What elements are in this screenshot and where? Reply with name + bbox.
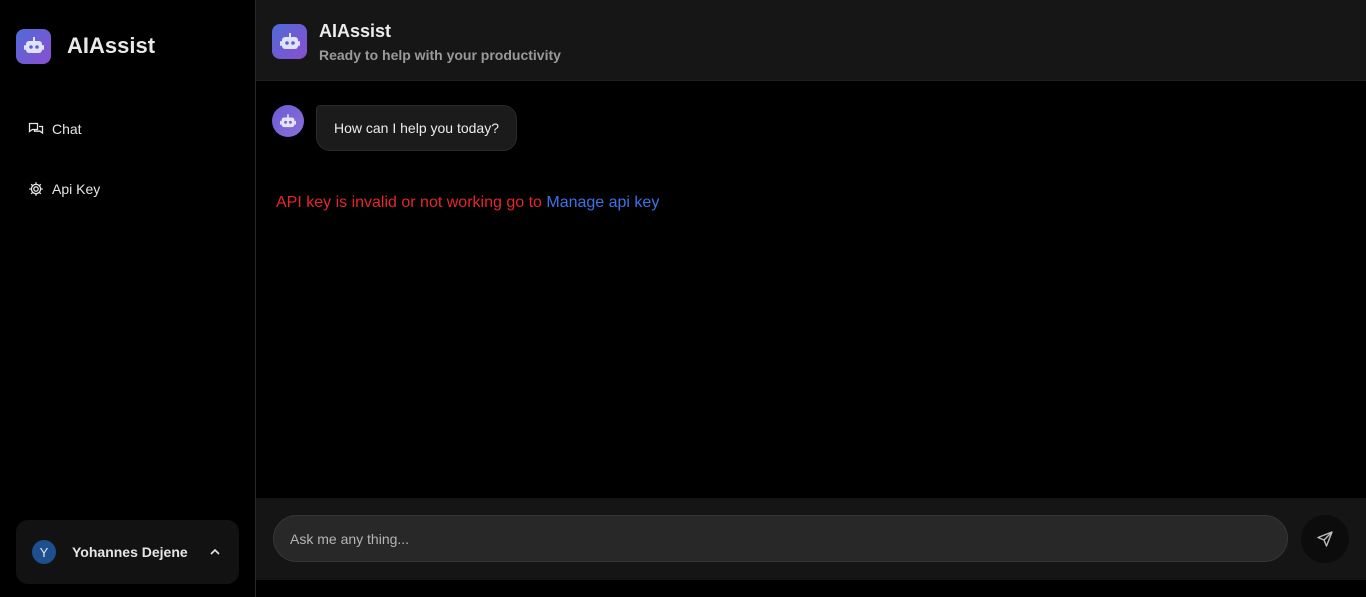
sidebar-item-api-key[interactable]: Api Key (28, 178, 100, 200)
page-subtitle: Ready to help with your productivity (319, 47, 561, 63)
send-icon (1317, 531, 1333, 547)
chat-icon (28, 121, 44, 137)
chat-header: AIAssist Ready to help with your product… (256, 0, 1366, 81)
brand-title: AIAssist (67, 33, 156, 58)
assistant-avatar (272, 105, 304, 137)
sidebar: AIAssist Chat Api Key Y Yohannes Dejene (0, 0, 256, 597)
chevron-up-icon (210, 548, 220, 555)
robot-icon (16, 28, 51, 64)
page-title: AIAssist (319, 21, 392, 41)
sidebar-item-label: Chat (52, 121, 82, 137)
manage-api-key-link[interactable]: Manage api key (546, 194, 659, 211)
avatar: Y (32, 540, 56, 564)
api-key-error: API key is invalid or not working go to … (276, 194, 659, 212)
chat-main: AIAssist Ready to help with your product… (256, 0, 1366, 597)
user-name: Yohannes Dejene (72, 544, 188, 560)
sidebar-item-chat[interactable]: Chat (28, 118, 82, 140)
robot-icon (272, 24, 307, 59)
gear-icon (28, 181, 44, 197)
sidebar-item-label: Api Key (52, 181, 101, 197)
send-button[interactable] (1301, 515, 1349, 563)
composer (256, 498, 1366, 580)
message-input[interactable] (273, 515, 1288, 562)
assistant-message: How can I help you today? (316, 105, 517, 151)
user-menu-button[interactable]: Y Yohannes Dejene (16, 520, 239, 584)
brand[interactable]: AIAssist (16, 28, 155, 64)
error-text: API key is invalid or not working go to (276, 194, 547, 211)
